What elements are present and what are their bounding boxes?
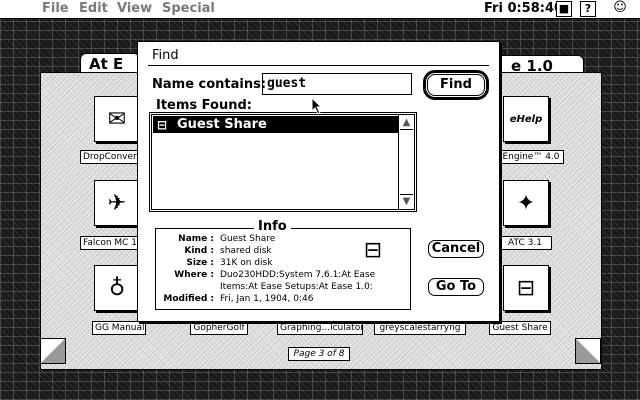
app-icon-guest-share[interactable]: ⊟ bbox=[503, 265, 549, 311]
cancel-button[interactable]: Cancel bbox=[428, 240, 484, 258]
dialog-title: Find bbox=[152, 48, 179, 63]
app-label-dropconvert[interactable]: DropConvert bbox=[80, 150, 138, 164]
app-icon-atc[interactable]: ✦ bbox=[503, 180, 549, 226]
application-menu-icon[interactable]: ■ bbox=[556, 1, 572, 17]
menu-view[interactable]: View bbox=[117, 1, 152, 16]
results-scrollbar[interactable]: ▲ ▼ bbox=[398, 115, 414, 209]
atease-tab-left-label: At E bbox=[89, 55, 124, 73]
info-name-value: Guest Share bbox=[220, 234, 276, 244]
scroll-up-arrow-icon[interactable]: ▲ bbox=[400, 116, 413, 130]
scroll-down-arrow-icon[interactable]: ▼ bbox=[400, 194, 413, 208]
shared-disk-icon: ⊟ bbox=[516, 275, 536, 301]
name-contains-field[interactable]: guest bbox=[262, 73, 412, 95]
info-name-key: Name : bbox=[178, 234, 214, 244]
finder-icon[interactable]: ☺ bbox=[612, 1, 628, 17]
info-where-value-line1: Duo230HDD:System 7.6.1:At Ease bbox=[220, 270, 376, 280]
menu-clock[interactable]: Fri 0:58:40 bbox=[484, 1, 563, 16]
list-item-label: Guest Share bbox=[177, 117, 267, 132]
app-label-engine[interactable]: Engine™ 4.0 bbox=[498, 150, 564, 164]
help-menu-icon[interactable]: ? bbox=[580, 1, 596, 17]
app-label-gg-manual[interactable]: GG Manual bbox=[92, 321, 146, 335]
menu-edit[interactable]: Edit bbox=[79, 1, 108, 16]
shared-disk-large-icon: ⊟ bbox=[363, 238, 383, 263]
info-where-value-line2: Items:At Ease Setups:At Ease 1.0: bbox=[220, 282, 373, 292]
info-size-value: 31K on disk bbox=[220, 258, 273, 268]
app-label-guest-share[interactable]: Guest Share bbox=[489, 321, 551, 335]
app-label-graphing-calculator[interactable]: Graphing...lculator bbox=[277, 321, 363, 335]
title-divider bbox=[148, 65, 489, 66]
info-modified-value: Fri, Jan 1, 1904, 0:46 bbox=[220, 294, 314, 304]
ehelp-icon: eHelp bbox=[509, 113, 543, 125]
app-label-gophergolf[interactable]: GopherGolf bbox=[190, 321, 248, 335]
results-list[interactable]: ⊟ Guest Share ▲ ▼ bbox=[149, 112, 417, 212]
info-kind-key: Kind : bbox=[184, 246, 214, 256]
info-where-key: Where : bbox=[174, 270, 214, 280]
menu-file[interactable]: File bbox=[42, 1, 69, 16]
app-icon-ehelp[interactable]: eHelp bbox=[503, 96, 549, 142]
info-size-key: Size : bbox=[186, 258, 214, 268]
app-label-atc[interactable]: ATC 3.1 bbox=[498, 236, 552, 250]
page-indicator: Page 3 of 8 bbox=[288, 347, 350, 361]
info-title: Info bbox=[254, 219, 291, 234]
go-to-button[interactable]: Go To bbox=[428, 278, 484, 296]
app-label-greyscalestarryng[interactable]: greyscalestarryng bbox=[374, 321, 466, 335]
name-contains-label: Name contains: bbox=[152, 77, 267, 92]
list-item[interactable]: ⊟ Guest Share bbox=[153, 116, 398, 133]
page-back-corner-icon[interactable] bbox=[40, 338, 66, 364]
items-found-label: Items Found: bbox=[156, 98, 252, 113]
app-icon-falcon[interactable]: ✈ bbox=[94, 180, 140, 226]
falcon-jet-icon: ✈ bbox=[107, 190, 127, 216]
find-button[interactable]: Find bbox=[423, 70, 489, 100]
find-dialog: Find Name contains: guest Find Items Fou… bbox=[137, 41, 500, 322]
app-icon-dropconvert[interactable]: ✉ bbox=[94, 96, 140, 142]
info-modified-key: Modified : bbox=[163, 294, 214, 304]
page-forward-corner-icon[interactable] bbox=[575, 338, 601, 364]
gg-manual-icon: ♁ bbox=[108, 275, 126, 301]
app-icon-gg-manual[interactable]: ♁ bbox=[94, 265, 140, 311]
app-label-falcon[interactable]: Falcon MC 1 bbox=[80, 236, 138, 250]
menu-special[interactable]: Special bbox=[162, 1, 215, 16]
shared-disk-icon: ⊟ bbox=[157, 118, 168, 132]
atc-tower-icon: ✦ bbox=[516, 190, 536, 216]
mouse-pointer-icon bbox=[311, 97, 323, 115]
info-kind-value: shared disk bbox=[220, 246, 272, 256]
menu-bar: File Edit View Special Fri 0:58:40 ■ ? ☺ bbox=[0, 0, 640, 19]
dropconvert-icon: ✉ bbox=[107, 106, 127, 132]
